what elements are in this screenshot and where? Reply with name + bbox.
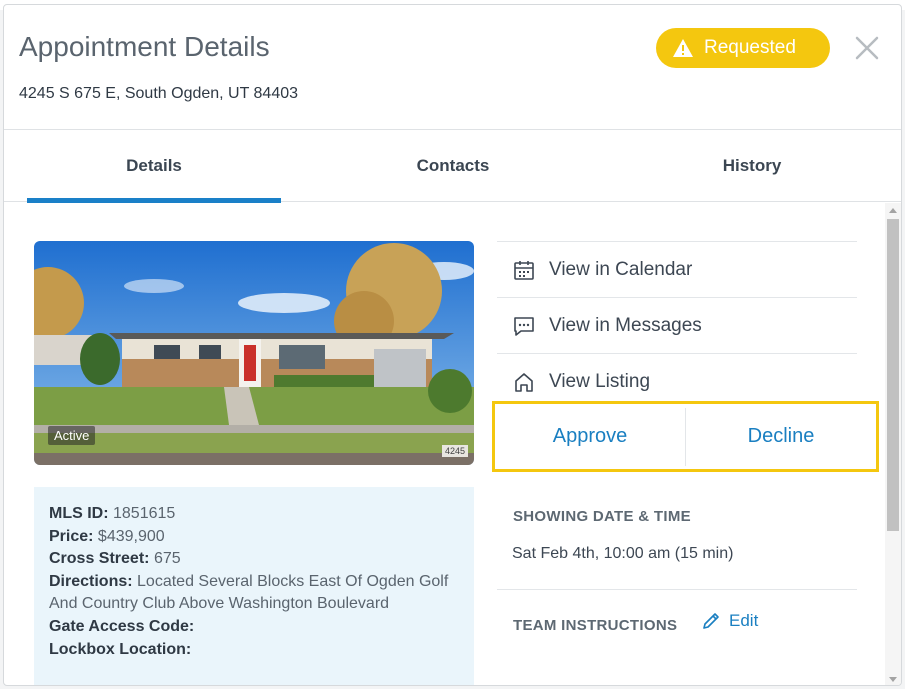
status-badge: Requested: [656, 28, 830, 68]
section-divider: [497, 589, 857, 590]
calendar-icon: [514, 260, 534, 280]
info-label: Price:: [49, 527, 94, 545]
action-label: View in Messages: [549, 314, 702, 336]
info-row-gate-code: Gate Access Code:: [49, 616, 459, 639]
info-label: Directions:: [49, 572, 133, 590]
listing-info-box: MLS ID: 1851615 Price: $439,900 Cross St…: [34, 487, 474, 685]
scrollbar[interactable]: [885, 203, 901, 685]
showing-date-heading: SHOWING DATE & TIME: [513, 508, 691, 525]
close-icon[interactable]: [852, 33, 882, 63]
info-value: $439,900: [97, 527, 165, 545]
pencil-icon: [703, 613, 719, 629]
team-instructions-heading: TEAM INSTRUCTIONS: [513, 617, 678, 634]
info-label: Lockbox Location:: [49, 640, 192, 658]
details-panel: Active 4245 MLS ID: 1851615 Price: $439,…: [4, 203, 901, 685]
warning-icon: [673, 39, 693, 57]
info-label: Cross Street:: [49, 550, 150, 568]
tab-contacts-label: Contacts: [416, 156, 490, 175]
message-icon: [514, 316, 534, 336]
info-row-mls: MLS ID: 1851615: [49, 503, 459, 526]
decline-button[interactable]: Decline: [686, 404, 876, 469]
tab-details-label: Details: [126, 156, 182, 175]
view-in-messages-link[interactable]: View in Messages: [497, 297, 857, 353]
action-list: View in Calendar View in Messages View L…: [497, 241, 857, 409]
info-value: 675: [153, 550, 181, 568]
info-row-price: Price: $439,900: [49, 526, 459, 549]
info-row-lockbox: Lockbox Location:: [49, 639, 459, 662]
appointment-address: 4245 S 675 E, South Ogden, UT 84403: [19, 85, 299, 102]
tab-history[interactable]: History: [625, 130, 879, 202]
listing-photo[interactable]: Active 4245: [34, 241, 474, 465]
view-in-calendar-link[interactable]: View in Calendar: [497, 241, 857, 297]
info-row-directions: Directions: Located Several Blocks East …: [49, 571, 459, 616]
info-label: MLS ID:: [49, 505, 109, 522]
status-badge-label: Requested: [704, 37, 796, 58]
modal-title: Appointment Details: [19, 31, 270, 62]
info-row-cross-street: Cross Street: 675: [49, 548, 459, 571]
scroll-thumb[interactable]: [887, 219, 899, 531]
showing-date-value: Sat Feb 4th, 10:00 am (15 min): [512, 545, 734, 562]
info-label: Gate Access Code:: [49, 617, 195, 635]
tab-details[interactable]: Details: [27, 130, 281, 203]
appointment-details-modal: Appointment Details 4245 S 675 E, South …: [3, 4, 902, 686]
edit-label: Edit: [729, 611, 759, 630]
approve-decline-group: Approve Decline: [492, 401, 879, 472]
action-label: View in Calendar: [549, 258, 693, 280]
scroll-up-arrow[interactable]: [889, 208, 897, 213]
approve-button[interactable]: Approve: [495, 404, 685, 469]
info-value: 1851615: [113, 505, 176, 522]
listing-status-badge: Active: [48, 426, 96, 445]
action-label: View Listing: [549, 370, 651, 392]
tab-history-label: History: [722, 156, 782, 175]
scroll-down-arrow[interactable]: [889, 677, 897, 682]
house-photo-image: [34, 241, 474, 465]
tab-bar: Details Contacts History: [4, 130, 901, 203]
edit-instructions-link[interactable]: Edit: [701, 611, 758, 631]
modal-header: Appointment Details 4245 S 675 E, South …: [4, 5, 901, 130]
tab-contacts[interactable]: Contacts: [326, 130, 580, 202]
house-number-sign: 4245: [441, 445, 468, 457]
home-icon: [515, 372, 533, 392]
